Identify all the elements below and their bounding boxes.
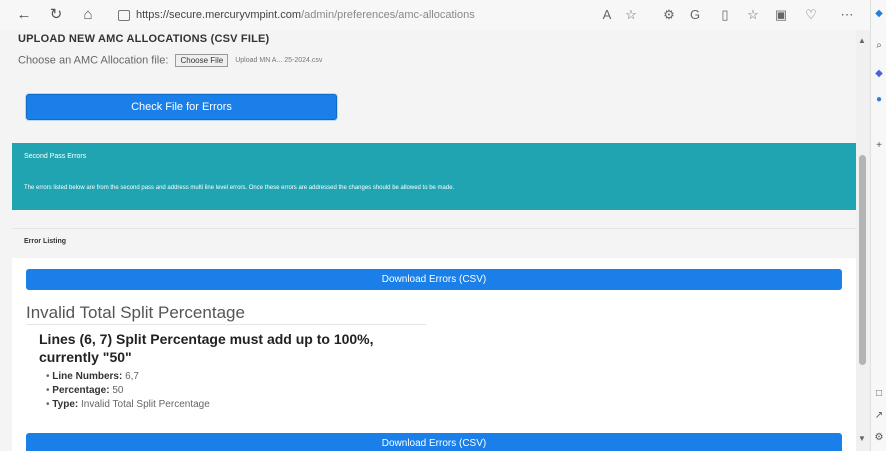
home-icon[interactable]: ⌂ [78,5,98,25]
check-file-button[interactable]: Check File for Errors [26,94,337,120]
browser-toolbar: ← ↻ ⌂ https://secure.mercuryvmpint.com/a… [0,0,886,31]
choose-file-button[interactable]: Choose File [175,54,229,67]
scrollbar-thumb[interactable] [859,155,866,365]
file-chooser-label: Choose an AMC Allocation file: [18,54,169,67]
scroll-up-arrow-icon[interactable]: ▲ [858,36,866,45]
more-menu-icon[interactable]: ⋯ [838,6,856,24]
error-heading: Invalid Total Split Percentage [26,303,245,322]
file-chooser-row: Choose an AMC Allocation file: Choose Fi… [18,54,322,67]
address-bar[interactable]: https://secure.mercuryvmpint.com/admin/p… [118,5,554,25]
favorites-icon[interactable]: ☆ [744,6,762,24]
sidebar-settings-icon[interactable]: ⚙ [873,432,885,444]
browser-essentials-icon[interactable]: ♡ [802,6,820,24]
add-sidebar-app-icon[interactable]: + [873,140,885,152]
page-scrollbar[interactable]: ▲ ▼ [856,30,870,451]
extension-icon[interactable]: ⚙ [660,6,678,24]
extension-g-icon[interactable]: G [686,6,704,24]
error-details-list: Line Numbers: 6,7 Percentage: 50 Type: I… [46,370,210,412]
refresh-icon[interactable]: ↻ [46,5,66,25]
second-pass-message: The errors listed below are from the sec… [24,185,455,191]
copilot-icon[interactable]: ◆ [873,8,885,20]
page-content: UPLOAD NEW AMC ALLOCATIONS (CSV FILE) Ch… [0,30,856,451]
back-icon[interactable]: ← [14,5,34,25]
split-view-icon[interactable]: □ [873,388,885,400]
detail-type: Type: Invalid Total Split Percentage [46,398,210,412]
edge-sidebar: ◆ ⌕ ◆ ● + □ ↗ ⚙ [870,0,886,451]
search-icon[interactable]: ⌕ [873,40,885,52]
second-pass-title: Second Pass Errors [24,153,87,160]
detail-percentage: Percentage: 50 [46,384,210,398]
outlook-icon[interactable]: ● [873,94,885,106]
url-host: https://secure.mercuryvmpint.com [136,9,302,21]
lock-icon [118,9,130,21]
download-errors-button-bottom[interactable]: Download Errors (CSV) [26,433,842,451]
open-external-icon[interactable]: ↗ [873,410,885,422]
error-listing-title: Error Listing [24,238,67,245]
scroll-down-arrow-icon[interactable]: ▼ [858,434,866,443]
error-listing-panel: Download Errors (CSV) Invalid Total Spli… [12,258,856,451]
download-errors-button-top[interactable]: Download Errors (CSV) [26,269,842,290]
upload-section-title: UPLOAD NEW AMC ALLOCATIONS (CSV FILE) [18,33,270,45]
read-aloud-icon[interactable]: A [598,6,616,24]
detail-line-numbers: Line Numbers: 6,7 [46,370,210,384]
error-listing-header: Error Listing [12,228,856,259]
favorite-star-icon[interactable]: ☆ [622,6,640,24]
split-screen-icon[interactable]: ▯ [716,6,734,24]
collections-icon[interactable]: ▣ [772,6,790,24]
chosen-file-name: Upload MN A... 25-2024.csv [235,57,323,64]
shopping-icon[interactable]: ◆ [873,68,885,80]
heading-divider [26,324,426,325]
error-message: Lines (6, 7) Split Percentage must add u… [39,331,374,365]
second-pass-errors-banner: Second Pass Errors The errors listed bel… [12,143,856,210]
url-path: /admin/preferences/amc-allocations [301,9,475,21]
